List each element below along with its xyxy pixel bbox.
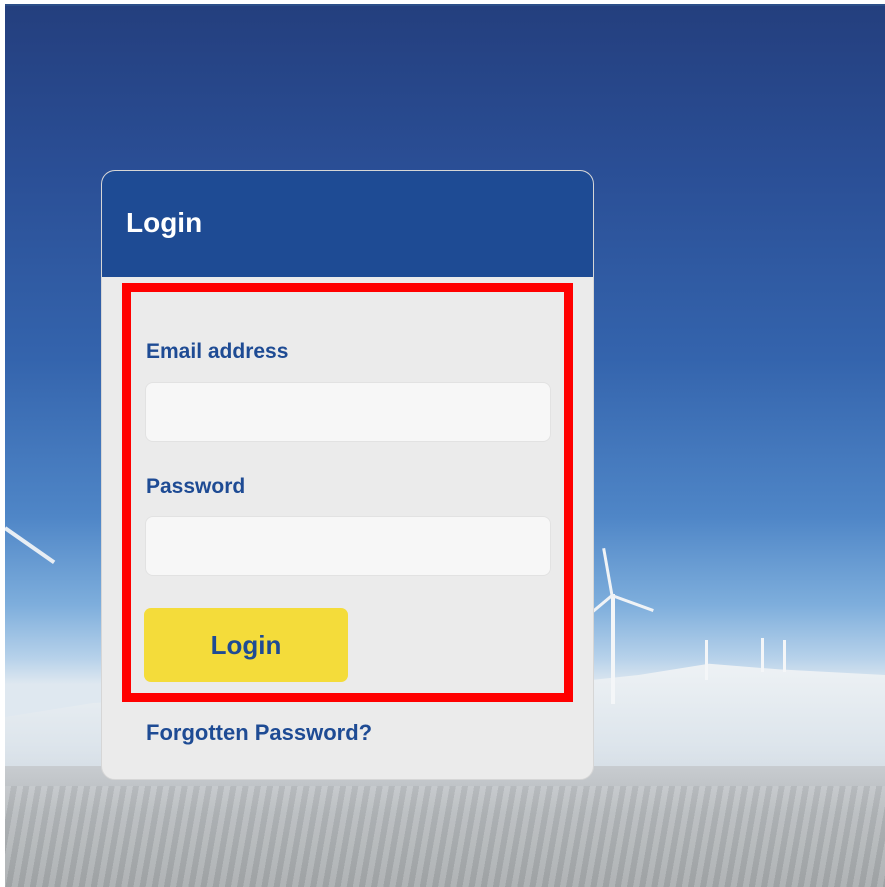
password-field[interactable] (145, 516, 551, 576)
forgotten-password-link[interactable]: Forgotten Password? (146, 720, 372, 746)
login-title: Login (126, 207, 203, 238)
login-header: Login (102, 171, 593, 277)
gravel-road (5, 766, 885, 887)
email-field[interactable] (145, 382, 551, 442)
login-button[interactable]: Login (144, 608, 348, 682)
password-label: Password (146, 475, 246, 498)
email-label: Email address (146, 340, 289, 363)
login-card: Login Email address Password Login Forgo… (101, 170, 594, 780)
